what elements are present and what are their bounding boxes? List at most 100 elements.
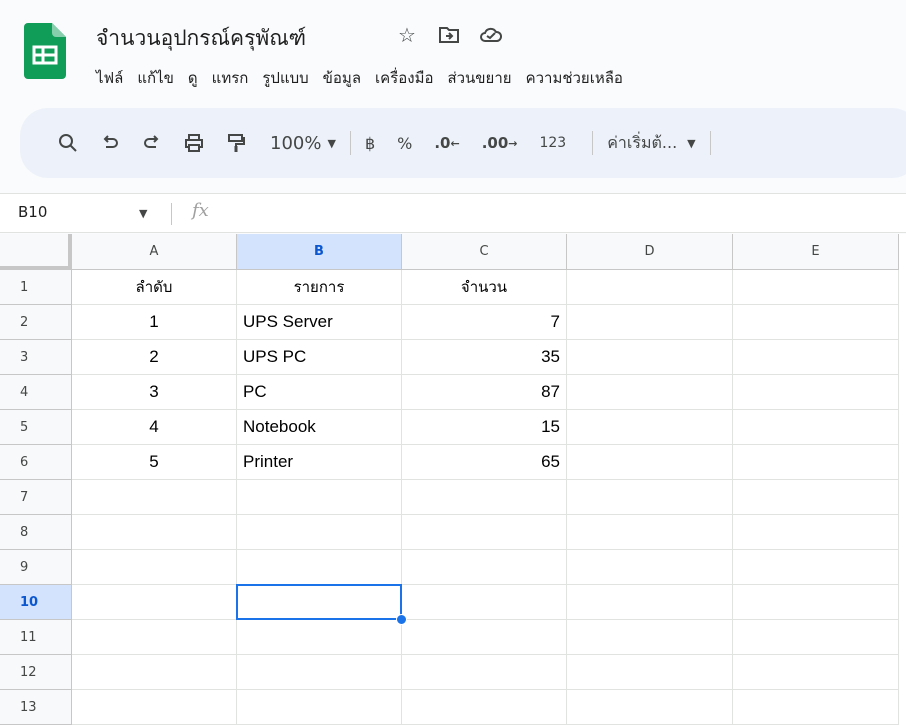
star-icon[interactable]: ☆	[396, 23, 418, 47]
cell-b9[interactable]	[237, 550, 402, 585]
column-header-d[interactable]: D	[567, 234, 733, 270]
paint-format-icon[interactable]	[218, 125, 254, 161]
cell-a7[interactable]	[72, 480, 237, 515]
row-header-5[interactable]: 5	[0, 410, 72, 445]
cell-b11[interactable]	[237, 620, 402, 655]
chevron-down-icon[interactable]: ▼	[327, 125, 335, 161]
cell-e1[interactable]	[733, 270, 899, 305]
chevron-down-icon[interactable]: ▼	[139, 207, 147, 220]
cell-e12[interactable]	[733, 655, 899, 690]
column-header-b[interactable]: B	[237, 234, 402, 270]
google-sheets-logo-icon[interactable]	[24, 23, 66, 81]
cell-e13[interactable]	[733, 690, 899, 725]
cell-a2[interactable]: 1	[72, 305, 237, 340]
cell-b1[interactable]: รายการ	[237, 270, 402, 305]
cell-d13[interactable]	[567, 690, 733, 725]
percent-format-button[interactable]: %	[397, 125, 412, 161]
cell-e2[interactable]	[733, 305, 899, 340]
cell-a1[interactable]: ลำดับ	[72, 270, 237, 305]
cell-e5[interactable]	[733, 410, 899, 445]
column-header-e[interactable]: E	[733, 234, 899, 270]
cell-d7[interactable]	[567, 480, 733, 515]
active-cell-selection[interactable]	[236, 584, 402, 620]
cell-c13[interactable]	[402, 690, 567, 725]
cell-e8[interactable]	[733, 515, 899, 550]
cell-b2[interactable]: UPS Server	[237, 305, 402, 340]
cell-b3[interactable]: UPS PC	[237, 340, 402, 375]
cell-e7[interactable]	[733, 480, 899, 515]
cell-d8[interactable]	[567, 515, 733, 550]
font-select[interactable]: ค่าเริ่มต้...	[607, 125, 677, 161]
cell-c6[interactable]: 65	[402, 445, 567, 480]
cell-a10[interactable]	[72, 585, 237, 620]
cloud-status-icon[interactable]	[480, 24, 502, 46]
redo-icon[interactable]	[134, 125, 170, 161]
cell-c9[interactable]	[402, 550, 567, 585]
zoom-select[interactable]: 100%	[260, 125, 327, 161]
cell-d9[interactable]	[567, 550, 733, 585]
cell-a12[interactable]	[72, 655, 237, 690]
select-all-corner[interactable]	[0, 234, 72, 270]
cell-c7[interactable]	[402, 480, 567, 515]
cell-a5[interactable]: 4	[72, 410, 237, 445]
cell-e9[interactable]	[733, 550, 899, 585]
menu-data[interactable]: ข้อมูล	[316, 64, 368, 92]
cell-c10[interactable]	[402, 585, 567, 620]
cell-a8[interactable]	[72, 515, 237, 550]
row-header-1[interactable]: 1	[0, 270, 72, 305]
menu-tools[interactable]: เครื่องมือ	[368, 64, 440, 92]
cell-a13[interactable]	[72, 690, 237, 725]
cell-a9[interactable]	[72, 550, 237, 585]
cell-b13[interactable]	[237, 690, 402, 725]
chevron-down-icon[interactable]: ▼	[687, 125, 695, 161]
currency-format-button[interactable]: ฿	[365, 125, 375, 161]
cell-e10[interactable]	[733, 585, 899, 620]
cell-a6[interactable]: 5	[72, 445, 237, 480]
cell-e11[interactable]	[733, 620, 899, 655]
row-header-4[interactable]: 4	[0, 375, 72, 410]
cell-d4[interactable]	[567, 375, 733, 410]
row-header-11[interactable]: 11	[0, 620, 72, 655]
column-header-a[interactable]: A	[72, 234, 237, 270]
cell-e3[interactable]	[733, 340, 899, 375]
number-format-button[interactable]: 123	[539, 125, 566, 161]
cell-c3[interactable]: 35	[402, 340, 567, 375]
print-icon[interactable]	[176, 125, 212, 161]
cell-c2[interactable]: 7	[402, 305, 567, 340]
cell-e6[interactable]	[733, 445, 899, 480]
cell-d1[interactable]	[567, 270, 733, 305]
cell-b4[interactable]: PC	[237, 375, 402, 410]
row-header-10[interactable]: 10	[0, 585, 72, 620]
cell-d11[interactable]	[567, 620, 733, 655]
cell-e4[interactable]	[733, 375, 899, 410]
cell-b5[interactable]: Notebook	[237, 410, 402, 445]
cell-d10[interactable]	[567, 585, 733, 620]
increase-decimal-button[interactable]: .00 →	[482, 125, 518, 161]
fill-handle[interactable]	[396, 614, 407, 625]
move-to-folder-icon[interactable]	[438, 24, 460, 46]
cell-d12[interactable]	[567, 655, 733, 690]
cell-d3[interactable]	[567, 340, 733, 375]
row-header-13[interactable]: 13	[0, 690, 72, 725]
row-header-2[interactable]: 2	[0, 305, 72, 340]
undo-icon[interactable]	[92, 125, 128, 161]
name-box[interactable]: B10	[18, 203, 47, 221]
search-icon[interactable]	[50, 125, 86, 161]
row-header-9[interactable]: 9	[0, 550, 72, 585]
menu-insert[interactable]: แทรก	[205, 64, 256, 92]
cell-d5[interactable]	[567, 410, 733, 445]
menu-edit[interactable]: แก้ไข	[130, 64, 181, 92]
menu-format[interactable]: รูปแบบ	[255, 64, 315, 92]
cell-c12[interactable]	[402, 655, 567, 690]
cell-c5[interactable]: 15	[402, 410, 567, 445]
menu-help[interactable]: ความช่วยเหลือ	[519, 64, 630, 92]
cell-d6[interactable]	[567, 445, 733, 480]
document-title[interactable]: จำนวนอุปกรณ์ครุพัณฑ์	[96, 22, 306, 55]
cell-c1[interactable]: จำนวน	[402, 270, 567, 305]
row-header-8[interactable]: 8	[0, 515, 72, 550]
menu-file[interactable]: ไฟล์	[96, 64, 130, 92]
cell-b12[interactable]	[237, 655, 402, 690]
row-header-12[interactable]: 12	[0, 655, 72, 690]
row-header-3[interactable]: 3	[0, 340, 72, 375]
cell-b8[interactable]	[237, 515, 402, 550]
